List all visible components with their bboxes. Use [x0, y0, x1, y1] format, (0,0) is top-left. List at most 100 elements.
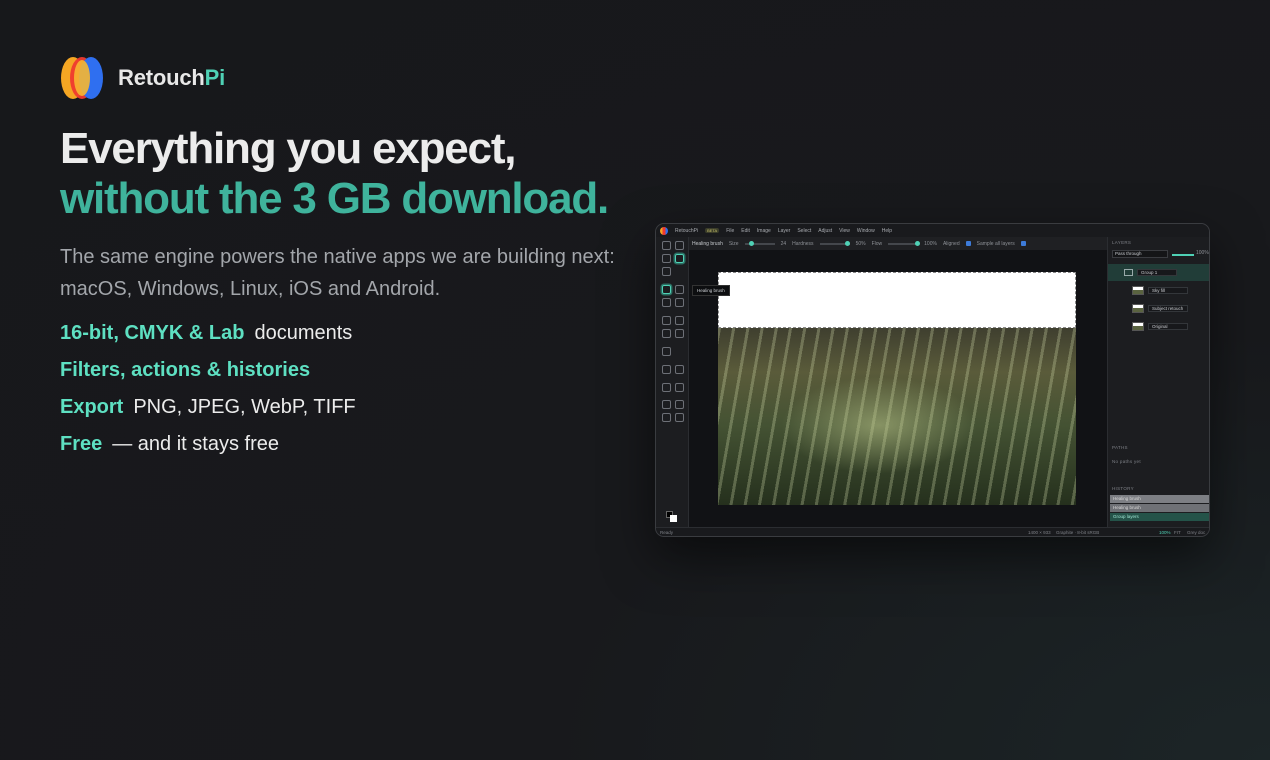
hardness-value: 50% [855, 240, 866, 247]
layer-row[interactable]: Subject retouch [1108, 300, 1209, 317]
feature-highlight: Filters, actions & histories [60, 359, 311, 381]
menu-adjust[interactable]: Adjust [818, 228, 832, 234]
stamp-tool-icon[interactable] [675, 298, 684, 307]
flow-value: 100% [924, 240, 937, 247]
layer-name[interactable]: Subject retouch [1148, 305, 1188, 312]
status-text: Ready [660, 530, 674, 535]
layer-row-selected[interactable]: Group 1 [1108, 264, 1209, 281]
document-white-area [718, 272, 1076, 328]
flow-slider[interactable] [888, 241, 921, 246]
layers-panel: LAYERS Pass through 100% Group 1 Sky fil… [1107, 237, 1209, 527]
eraser-tool-icon[interactable] [662, 298, 671, 307]
blend-mode-select[interactable]: Pass through [1112, 250, 1168, 258]
rotate-view-tool-icon[interactable] [662, 413, 671, 422]
slider-handle[interactable] [748, 241, 754, 246]
document-wheat-photo [718, 328, 1076, 505]
headline-line-2: without the 3 GB download. [60, 174, 609, 223]
app-menubar: RetouchPi BETA File Edit Image Layer Sel… [656, 224, 1209, 237]
size-label: Size [728, 240, 739, 247]
zoom-region-tool-icon[interactable] [662, 347, 671, 356]
move-tool-icon[interactable] [662, 241, 671, 250]
hand-tool-icon[interactable] [675, 400, 684, 409]
menu-view[interactable]: View [839, 228, 850, 234]
marquee-tool-icon[interactable] [675, 241, 684, 250]
aligned-label: Aligned [942, 240, 960, 247]
layer-name[interactable]: Sky fill [1148, 287, 1188, 294]
layer-row[interactable]: Original [1108, 318, 1209, 335]
status-hint: Grey doc [1187, 530, 1206, 535]
layer-row[interactable]: Sky fill [1108, 282, 1209, 299]
menu-window[interactable]: Window [857, 228, 875, 234]
hardness-slider[interactable] [819, 241, 850, 246]
pen-tool-icon[interactable] [662, 365, 671, 374]
status-bar: Ready 1400 × 933 Graphite · 8-bit sRGB 1… [656, 527, 1209, 536]
history-item[interactable]: Healing brush [1110, 495, 1209, 503]
brand-name-accent: Pi [204, 65, 226, 90]
sample-checkbox[interactable] [1020, 241, 1026, 246]
slider-handle[interactable] [844, 241, 850, 246]
crop-tool-icon[interactable] [662, 267, 671, 276]
menu-help[interactable]: Help [882, 228, 892, 234]
brand[interactable]: RetouchPi [60, 56, 225, 100]
hardness-label: Hardness [792, 240, 814, 247]
beta-badge: BETA [705, 228, 720, 233]
burn-tool-icon[interactable] [675, 316, 684, 325]
slider-handle[interactable] [915, 241, 921, 246]
size-slider[interactable] [744, 241, 775, 246]
zoom-level[interactable]: 100% [1159, 530, 1171, 535]
zoom-tool-icon[interactable] [675, 413, 684, 422]
history-header: HISTORY [1112, 486, 1134, 491]
brand-name: RetouchPi [118, 65, 225, 91]
menu-layer[interactable]: Layer [778, 228, 791, 234]
headline-line-1: Everything you expect, [60, 124, 517, 173]
feature-highlight: Export [60, 396, 124, 418]
layer-name[interactable]: Original [1148, 323, 1188, 330]
menu-image[interactable]: Image [757, 228, 771, 234]
eyedropper-tool-icon[interactable] [662, 400, 671, 409]
app-title: RetouchPi [675, 227, 699, 234]
menu-edit[interactable]: Edit [741, 228, 750, 234]
sharpen-tool-icon[interactable] [675, 329, 684, 338]
headline: Everything you expect, without the 3 GB … [60, 124, 609, 224]
text-tool-icon[interactable] [675, 383, 684, 392]
fit-button[interactable]: FIT [1174, 530, 1181, 535]
blur-tool-icon[interactable] [662, 329, 671, 338]
layer-name[interactable]: Group 1 [1137, 269, 1177, 276]
menu-select[interactable]: Select [797, 228, 811, 234]
opacity-value: 100% [1196, 250, 1209, 256]
history-item[interactable]: Healing brush [1110, 504, 1209, 512]
feature-text: documents [254, 322, 353, 344]
background-color-swatch[interactable] [670, 515, 677, 522]
layer-thumbnail [1132, 286, 1144, 295]
opacity-slider[interactable] [1172, 254, 1194, 256]
feature-highlight: 16-bit, CMYK & Lab [60, 322, 245, 344]
aligned-checkbox[interactable] [965, 241, 971, 246]
lasso-tool-icon[interactable] [662, 254, 671, 263]
tool-options-bar: Healing brush Size 24 Hardness 50% Flow … [686, 237, 1106, 250]
feature-highlight: Free [60, 433, 103, 455]
feature-text: — and it stays free [112, 433, 279, 455]
app-screenshot: RetouchPi BETA File Edit Image Layer Sel… [655, 223, 1210, 537]
feature-item: Export PNG, JPEG, WebP, TIFF [60, 396, 356, 433]
app-logo-icon [660, 226, 668, 235]
layers-header: LAYERS [1112, 240, 1132, 245]
feature-list: 16-bit, CMYK & Lab documents Filters, ac… [60, 322, 356, 470]
document-size: 1400 × 933 [1028, 530, 1051, 535]
feature-item: Filters, actions & histories [60, 359, 356, 396]
layer-thumbnail [1132, 322, 1144, 331]
paths-empty-text: No paths yet [1112, 459, 1141, 464]
dodge-tool-icon[interactable] [662, 316, 671, 325]
healing-brush-tool-icon[interactable] [662, 285, 671, 294]
paths-header: PATHS [1112, 445, 1128, 450]
path-select-tool-icon[interactable] [675, 365, 684, 374]
menu-file[interactable]: File [726, 228, 734, 234]
shape-tool-icon[interactable] [662, 383, 671, 392]
document-mode: Graphite · 8-bit sRGB [1056, 530, 1100, 535]
brush-tool-icon[interactable] [675, 285, 684, 294]
history-item-current[interactable]: Group layers [1110, 513, 1209, 521]
magic-wand-tool-icon[interactable] [675, 254, 684, 263]
tool-tooltip: Healing brush [692, 285, 730, 296]
canvas-area[interactable] [689, 250, 1107, 527]
flow-label: Flow [871, 240, 883, 247]
active-tool-name: Healing brush [692, 240, 723, 247]
